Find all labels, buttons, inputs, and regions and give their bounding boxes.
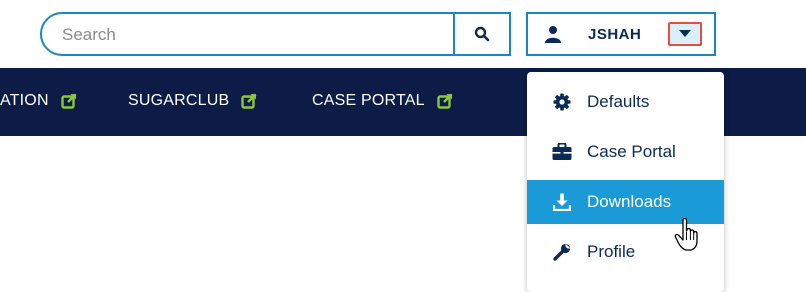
nav-item-sugarclub[interactable]: SUGARCLUB <box>128 92 257 110</box>
user-icon <box>545 26 561 43</box>
user-dropdown-toggle[interactable] <box>668 22 702 46</box>
nav-item-label: SUGARCLUB <box>128 92 230 109</box>
nav-item-label: ATION <box>0 92 49 109</box>
download-icon <box>551 192 573 212</box>
user-dropdown-menu: Defaults Case Portal Downloads Profile <box>527 72 724 292</box>
search-input[interactable] <box>60 14 454 56</box>
nav-item-label: CASE PORTAL <box>312 92 425 109</box>
search-button[interactable] <box>453 12 511 56</box>
menu-item-label: Defaults <box>587 92 650 111</box>
menu-item-label: Profile <box>587 242 636 261</box>
user-menu-button[interactable]: JSHAH <box>526 12 716 56</box>
external-link-icon <box>241 93 257 109</box>
menu-item-case-portal[interactable]: Case Portal <box>527 130 724 174</box>
menu-item-defaults[interactable]: Defaults <box>527 80 724 124</box>
menu-item-label: Case Portal <box>587 142 676 161</box>
username-label: JSHAH <box>588 26 642 43</box>
search-icon <box>474 26 490 42</box>
nav-item-documentation[interactable]: ATION <box>0 92 77 110</box>
external-link-icon <box>437 93 453 109</box>
briefcase-icon <box>551 142 573 162</box>
menu-item-label: Downloads <box>587 192 672 211</box>
caret-down-icon <box>679 30 691 37</box>
gear-icon <box>551 92 573 112</box>
external-link-icon <box>61 93 77 109</box>
search-box <box>40 12 511 56</box>
nav-item-case-portal[interactable]: CASE PORTAL <box>312 92 453 110</box>
hand-cursor-icon <box>674 218 698 251</box>
wrench-icon <box>551 242 573 262</box>
